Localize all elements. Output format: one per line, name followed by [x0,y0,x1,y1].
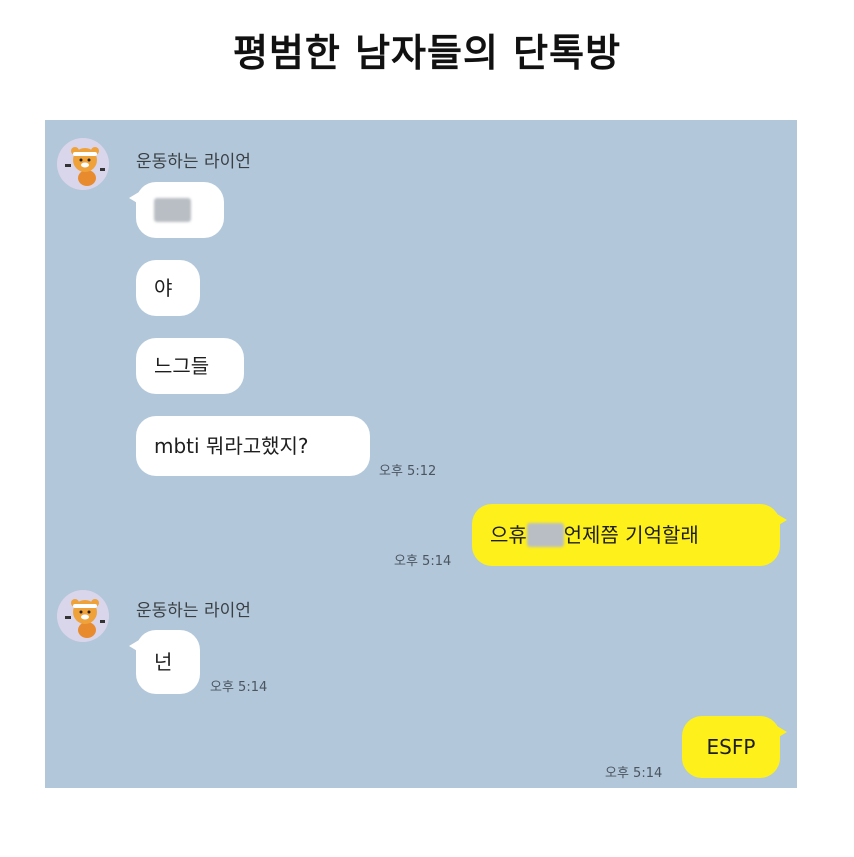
censored-text: 시발 [526,523,564,547]
ryan-exercise-icon [57,138,109,190]
ryan-exercise-icon [57,590,109,642]
message-bubble[interactable]: 넌 [129,630,200,694]
sender-name: 운동하는 라이언 [136,601,251,621]
message-text: 으휴 [490,523,527,547]
my-message-bubble[interactable]: 으휴시발언제쯤 기억할래 [472,504,787,566]
my-message-bubble[interactable]: ESFP [682,716,787,778]
page-title: 평범한 남자들의 단톡방 [232,31,622,75]
message-text: ESFP [706,735,756,759]
profile-avatar[interactable] [57,138,109,190]
message-bubble[interactable]: 저걸 [129,182,224,238]
message-bubble[interactable]: mbti 뭐라고했지? [136,416,370,476]
message-text: 느그들 [154,354,210,378]
censored-text: 저걸 [154,198,191,222]
chat-room[interactable]: 운동하는 라이언 저걸 야 느그들 mbti 뭐라고했지? 오후 5:12 오후… [45,120,797,788]
message-text: 언제쯤 기억할래 [563,523,699,547]
message-timestamp: 오후 5:14 [210,680,268,695]
message-bubble[interactable]: 느그들 [136,338,244,394]
message-timestamp: 오후 5:14 [394,554,452,569]
sender-name: 운동하는 라이언 [136,152,251,172]
message-timestamp: 오후 5:12 [379,464,437,479]
message-text: 야 [154,276,173,300]
message-bubble[interactable]: 야 [136,260,200,316]
message-timestamp: 오후 5:14 [605,766,663,781]
message-text: mbti 뭐라고했지? [154,434,309,458]
profile-avatar[interactable] [57,590,109,642]
message-text: 넌 [154,650,173,674]
